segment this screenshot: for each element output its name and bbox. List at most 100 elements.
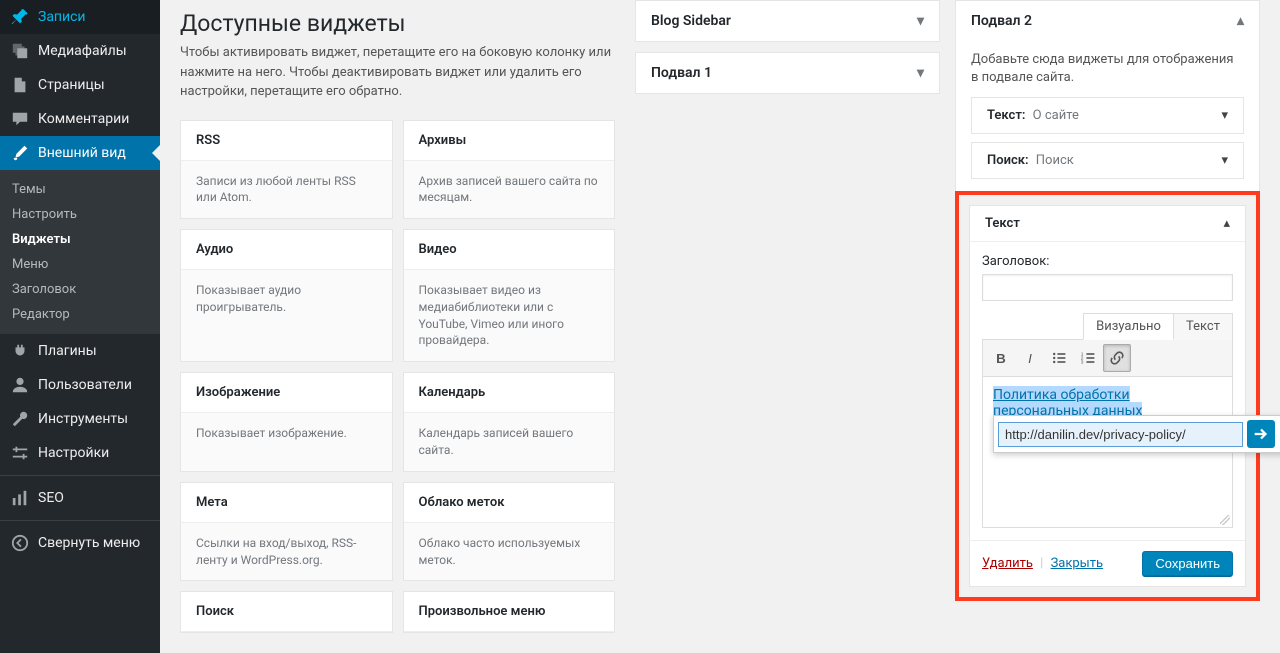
menu-appearance[interactable]: Внешний вид xyxy=(0,136,160,170)
area-description: Добавьте сюда виджеты для отображения в … xyxy=(971,51,1244,97)
collapse-icon xyxy=(10,533,30,553)
widget-desc: Показывает аудио проигрыватель. xyxy=(181,270,392,328)
available-widget[interactable]: КалендарьКалендарь записей вашего сайта. xyxy=(403,372,616,472)
area-footer2[interactable]: Подвал 2 ▴ xyxy=(955,0,1260,41)
submenu-customize[interactable]: Настроить xyxy=(0,202,160,227)
resize-handle[interactable] xyxy=(983,517,1232,527)
url-input[interactable] xyxy=(998,422,1243,447)
menu-comments[interactable]: Комментарии xyxy=(0,102,160,136)
available-widget[interactable]: ИзображениеПоказывает изображение. xyxy=(180,372,393,472)
page-icon xyxy=(10,75,30,95)
editor-toolbar: B I 123 xyxy=(983,340,1232,377)
available-widget[interactable]: ВидеоПоказывает видео из медиабиблиотеки… xyxy=(403,229,616,362)
user-icon xyxy=(10,375,30,395)
plug-icon xyxy=(10,341,30,361)
menu-tools[interactable]: Инструменты xyxy=(0,402,160,436)
pin-icon xyxy=(10,7,30,27)
media-icon xyxy=(10,41,30,61)
admin-sidebar: Записи Медиафайлы Страницы Комментарии В… xyxy=(0,0,160,653)
available-widget[interactable]: МетаСсылки на вход/выход, RSS-ленту и Wo… xyxy=(180,482,393,582)
widget-title: Облако меток xyxy=(404,483,615,523)
widget-title: Произвольное меню xyxy=(404,592,615,632)
submenu-widgets[interactable]: Виджеты xyxy=(0,227,160,252)
submenu-header[interactable]: Заголовок xyxy=(0,277,160,302)
chevron-down-icon: ▾ xyxy=(917,65,924,81)
widget-desc: Показывает видео из медиабиблиотеки или … xyxy=(404,270,615,361)
available-widgets: RSSЗаписи из любой ленты RSS или Atom.Ар… xyxy=(180,120,615,634)
close-link[interactable]: Закрыть xyxy=(1051,556,1104,571)
available-widget[interactable]: RSSЗаписи из любой ленты RSS или Atom. xyxy=(180,120,393,220)
area-footer1[interactable]: Подвал 1 ▾ xyxy=(635,52,940,94)
submenu-menus[interactable]: Меню xyxy=(0,252,160,277)
available-widget[interactable]: Облако метокОблако часто используемых ме… xyxy=(403,482,616,582)
widget-title: RSS xyxy=(181,121,392,161)
widget-name: Текст xyxy=(985,216,1020,231)
menu-settings[interactable]: Настройки xyxy=(0,436,160,470)
available-widget[interactable]: АрхивыАрхив записей вашего сайта по меся… xyxy=(403,120,616,220)
menu-label: Свернуть меню xyxy=(38,535,140,551)
area-title: Подвал 2 xyxy=(971,13,1032,29)
submenu-themes[interactable]: Темы xyxy=(0,177,160,202)
title-input[interactable] xyxy=(982,274,1233,301)
widget-title: Поиск xyxy=(181,592,392,632)
apply-link-button[interactable] xyxy=(1247,420,1275,448)
widget-name: Поиск: xyxy=(987,153,1029,168)
menu-collapse[interactable]: Свернуть меню xyxy=(0,526,160,560)
widget-text-expanded-head[interactable]: Текст ▴ xyxy=(970,206,1245,241)
menu-label: Настройки xyxy=(38,445,109,461)
tab-text[interactable]: Текст xyxy=(1173,313,1233,340)
widget-desc: Облако часто используемых меток. xyxy=(404,523,615,581)
widget-desc: Архив записей вашего сайта по месяцам. xyxy=(404,161,615,219)
editor-content[interactable]: Политика обработки персональных данных xyxy=(983,377,1232,517)
delete-link[interactable]: Удалить xyxy=(982,556,1033,571)
chevron-up-icon: ▴ xyxy=(1237,13,1244,29)
widget-desc: Ссылки на вход/выход, RSS-ленту и WordPr… xyxy=(181,523,392,581)
area-blog-sidebar[interactable]: Blog Sidebar ▾ xyxy=(635,0,940,42)
submenu-editor[interactable]: Редактор xyxy=(0,302,160,327)
save-button[interactable]: Сохранить xyxy=(1142,551,1233,576)
menu-label: SEO xyxy=(38,490,64,506)
svg-text:3: 3 xyxy=(1081,360,1084,366)
comment-icon xyxy=(10,109,30,129)
available-widget[interactable]: Произвольное меню xyxy=(403,591,616,633)
menu-users[interactable]: Пользователи xyxy=(0,368,160,402)
menu-label: Пользователи xyxy=(38,377,132,393)
menu-media[interactable]: Медиафайлы xyxy=(0,34,160,68)
menu-label: Внешний вид xyxy=(38,145,126,161)
widget-title: Видео xyxy=(404,230,615,270)
chevron-up-icon: ▴ xyxy=(1223,216,1230,231)
url-popup xyxy=(993,415,1280,453)
widget-title: Мета xyxy=(181,483,392,523)
bullet-list-button[interactable] xyxy=(1045,344,1073,372)
link-button[interactable] xyxy=(1103,344,1131,372)
italic-button[interactable]: I xyxy=(1016,344,1044,372)
widget-instance: О сайте xyxy=(1033,108,1079,123)
numbered-list-button[interactable]: 123 xyxy=(1074,344,1102,372)
menu-seo[interactable]: SEO xyxy=(0,481,160,515)
available-widget[interactable]: Поиск xyxy=(180,591,393,633)
submenu-appearance: Темы Настроить Виджеты Меню Заголовок Ре… xyxy=(0,170,160,334)
bold-button[interactable]: B xyxy=(987,344,1015,372)
menu-label: Инструменты xyxy=(38,411,128,427)
tab-visual[interactable]: Визуально xyxy=(1083,313,1174,340)
widget-desc: Календарь записей вашего сайта. xyxy=(404,413,615,471)
menu-posts[interactable]: Записи xyxy=(0,0,160,34)
area-title: Подвал 1 xyxy=(651,65,712,81)
available-widget[interactable]: АудиоПоказывает аудио проигрыватель. xyxy=(180,229,393,362)
widget-search[interactable]: Поиск: Поиск ▾ xyxy=(971,142,1244,179)
menu-pages[interactable]: Страницы xyxy=(0,68,160,102)
menu-label: Записи xyxy=(38,9,86,25)
menu-plugins[interactable]: Плагины xyxy=(0,334,160,368)
menu-label: Комментарии xyxy=(38,111,129,127)
wrench-icon xyxy=(10,409,30,429)
seo-icon xyxy=(10,488,30,508)
highlighted-widget-editor: Текст ▴ Заголовок: Визуально Текст xyxy=(955,191,1260,601)
chevron-down-icon: ▾ xyxy=(1221,108,1228,123)
widget-title: Архивы xyxy=(404,121,615,161)
chevron-down-icon: ▾ xyxy=(1221,153,1228,168)
widget-text-about[interactable]: Текст: О сайте ▾ xyxy=(971,97,1244,134)
chevron-down-icon: ▾ xyxy=(917,13,924,29)
menu-label: Страницы xyxy=(38,77,105,93)
widget-desc: Записи из любой ленты RSS или Atom. xyxy=(181,161,392,219)
widget-title: Аудио xyxy=(181,230,392,270)
